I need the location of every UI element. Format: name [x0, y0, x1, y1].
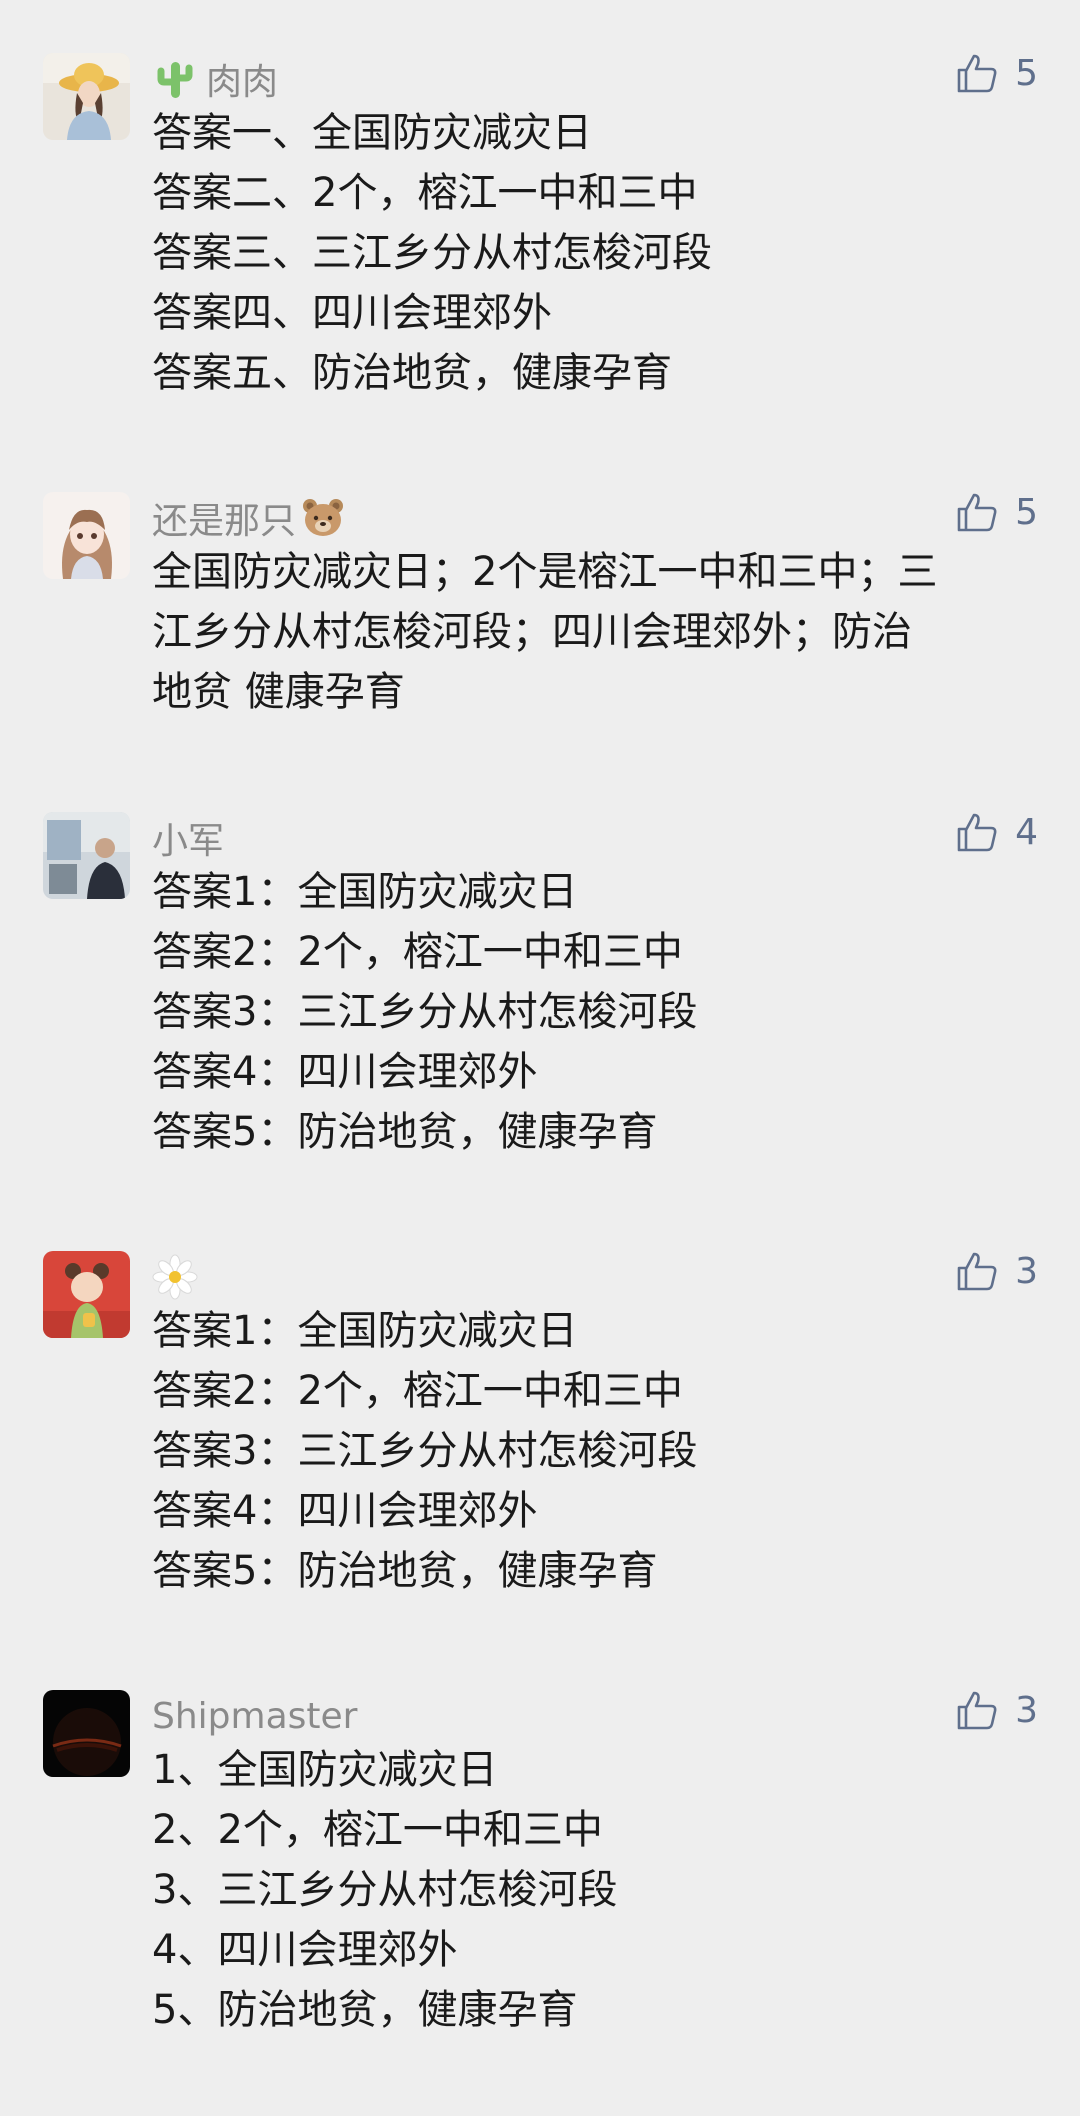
- comment-line: 江乡分从村怎梭河段；四川会理郊外；防治: [152, 609, 912, 655]
- avatar-anime-girl-icon: [43, 492, 130, 579]
- avatar-dark-eclipse-icon: [43, 1690, 130, 1777]
- comment-line: 2、2个，榕江一中和三中: [152, 1807, 603, 1853]
- comment-line: 答案二、2个，榕江一中和三中: [152, 170, 698, 216]
- comment-text: 答案一、全国防灾减灾日 答案二、2个，榕江一中和三中 答案三、三江乡分从村怎梭河…: [152, 103, 1032, 403]
- comment-text: 答案1：全国防灾减灾日 答案2：2个，榕江一中和三中 答案3：三江乡分从村怎梭河…: [152, 1301, 1032, 1601]
- author-name[interactable]: 小军: [152, 812, 224, 864]
- like-count: 5: [1015, 491, 1038, 533]
- like-button[interactable]: 5: [955, 51, 1038, 95]
- comment-header: Shipmaster: [152, 1686, 357, 1746]
- author-name[interactable]: 肉肉: [206, 53, 278, 105]
- like-button[interactable]: 3: [955, 1688, 1038, 1732]
- author-name[interactable]: 还是那只: [152, 492, 296, 544]
- like-count: 3: [1015, 1689, 1038, 1731]
- thumbs-up-icon: [955, 1249, 999, 1293]
- thumbs-up-icon: [955, 1688, 999, 1732]
- like-count: 3: [1015, 1250, 1038, 1292]
- comment-line: 5、防治地贫，健康孕育: [152, 1987, 578, 2033]
- daisy-flower-icon: [152, 1254, 198, 1300]
- comment-line: 答案2：2个，榕江一中和三中: [152, 1368, 683, 1414]
- comment-line: 答案2：2个，榕江一中和三中: [152, 929, 683, 975]
- comment-line: 答案五、防治地贫，健康孕育: [152, 350, 672, 396]
- like-count: 4: [1015, 811, 1038, 853]
- avatar[interactable]: [43, 1251, 130, 1338]
- like-button[interactable]: 3: [955, 1249, 1038, 1293]
- comment-line: 答案5：防治地贫，健康孕育: [152, 1109, 658, 1155]
- comment-line: 全国防灾减灾日；2个是榕江一中和三中；三: [152, 549, 938, 595]
- comment-text: 全国防灾减灾日；2个是榕江一中和三中；三 江乡分从村怎梭河段；四川会理郊外；防治…: [152, 542, 1032, 722]
- comment-line: 1、全国防灾减灾日: [152, 1747, 498, 1793]
- comment-line: 答案四、四川会理郊外: [152, 290, 552, 336]
- cactus-icon: [152, 56, 198, 102]
- comment-line: 4、四川会理郊外: [152, 1927, 458, 1973]
- bear-face-icon: [300, 495, 346, 541]
- comment-line: 答案3：三江乡分从村怎梭河段: [152, 989, 698, 1035]
- comment-line: 答案三、三江乡分从村怎梭河段: [152, 230, 712, 276]
- comment-line: 答案4：四川会理郊外: [152, 1488, 538, 1534]
- thumbs-up-icon: [955, 51, 999, 95]
- comment-line: 地贫 健康孕育: [152, 669, 405, 715]
- comment-text: 1、全国防灾减灾日 2、2个，榕江一中和三中 3、三江乡分从村怎梭河段 4、四川…: [152, 1740, 1032, 2040]
- comment-line: 3、三江乡分从村怎梭河段: [152, 1867, 618, 1913]
- avatar[interactable]: [43, 812, 130, 899]
- avatar[interactable]: [43, 492, 130, 579]
- comment-header: 小军: [152, 808, 224, 868]
- like-button[interactable]: 4: [955, 810, 1038, 854]
- comment-text: 答案1：全国防灾减灾日 答案2：2个，榕江一中和三中 答案3：三江乡分从村怎梭河…: [152, 862, 1032, 1162]
- comment-line: 答案1：全国防灾减灾日: [152, 1308, 578, 1354]
- avatar[interactable]: [43, 53, 130, 140]
- avatar-child-red-background-icon: [43, 1251, 130, 1338]
- comment-header: 还是那只: [152, 488, 346, 548]
- thumbs-up-icon: [955, 810, 999, 854]
- thumbs-up-icon: [955, 490, 999, 534]
- avatar[interactable]: [43, 1690, 130, 1777]
- comment-line: 答案5：防治地贫，健康孕育: [152, 1548, 658, 1594]
- comment-line: 答案4：四川会理郊外: [152, 1049, 538, 1095]
- like-button[interactable]: 5: [955, 490, 1038, 534]
- comment-line: 答案3：三江乡分从村怎梭河段: [152, 1428, 698, 1474]
- avatar-woman-yellow-hat-icon: [43, 53, 130, 140]
- author-name[interactable]: Shipmaster: [152, 1696, 357, 1737]
- comment-line: 答案1：全国防灾减灾日: [152, 869, 578, 915]
- comment-header: [152, 1247, 206, 1307]
- comment-header: 肉肉: [152, 49, 278, 109]
- avatar-man-office-icon: [43, 812, 130, 899]
- like-count: 5: [1015, 52, 1038, 94]
- comment-line: 答案一、全国防灾减灾日: [152, 110, 592, 156]
